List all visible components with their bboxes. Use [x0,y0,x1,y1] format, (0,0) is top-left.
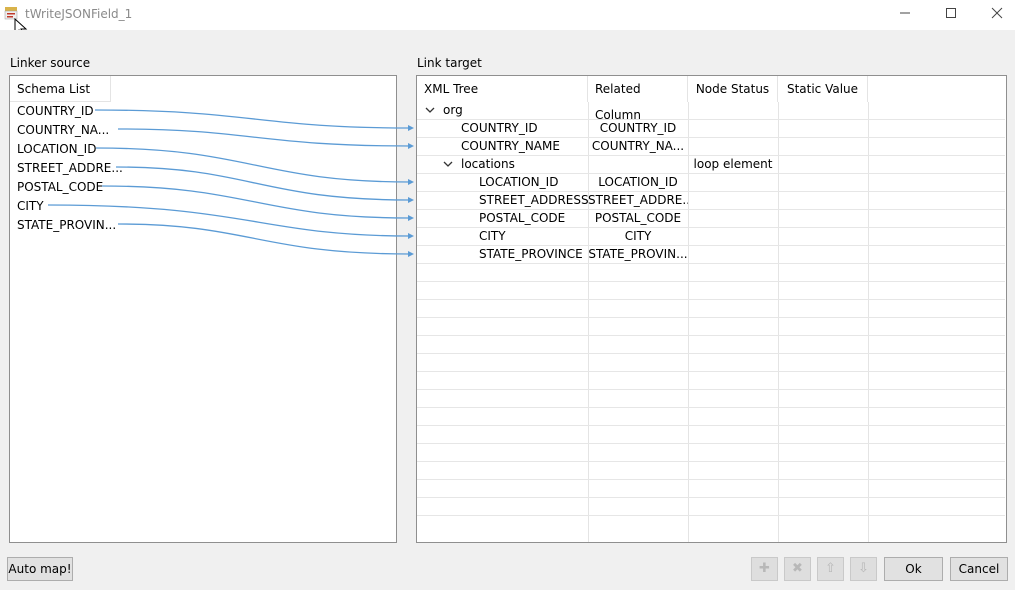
cancel-button[interactable]: Cancel [950,557,1008,581]
link-line-location-id [95,147,411,183]
link-arrow-icon [408,197,414,203]
auto-map-button[interactable]: Auto map! [7,557,73,581]
move-down-icon[interactable]: ⇩ [850,557,877,581]
add-icon[interactable]: ✚ [751,557,778,581]
link-line-state-province [117,223,411,255]
link-arrow-icon [408,215,414,221]
link-line-city [47,204,411,237]
link-arrow-icon [408,179,414,185]
link-arrow-icon [408,233,414,239]
delete-icon[interactable]: ✖ [784,557,811,581]
link-arrow-icon [408,251,414,257]
link-line-country-name [117,128,411,147]
mapping-links [47,109,414,257]
ok-button[interactable]: Ok [884,557,943,581]
link-line-country-id [94,109,411,129]
move-up-icon[interactable]: ⇧ [817,557,844,581]
link-arrow-icon [408,143,414,149]
link-line-street-address [115,166,411,201]
link-arrow-icon [408,125,414,131]
link-line-postal-code [101,185,411,219]
